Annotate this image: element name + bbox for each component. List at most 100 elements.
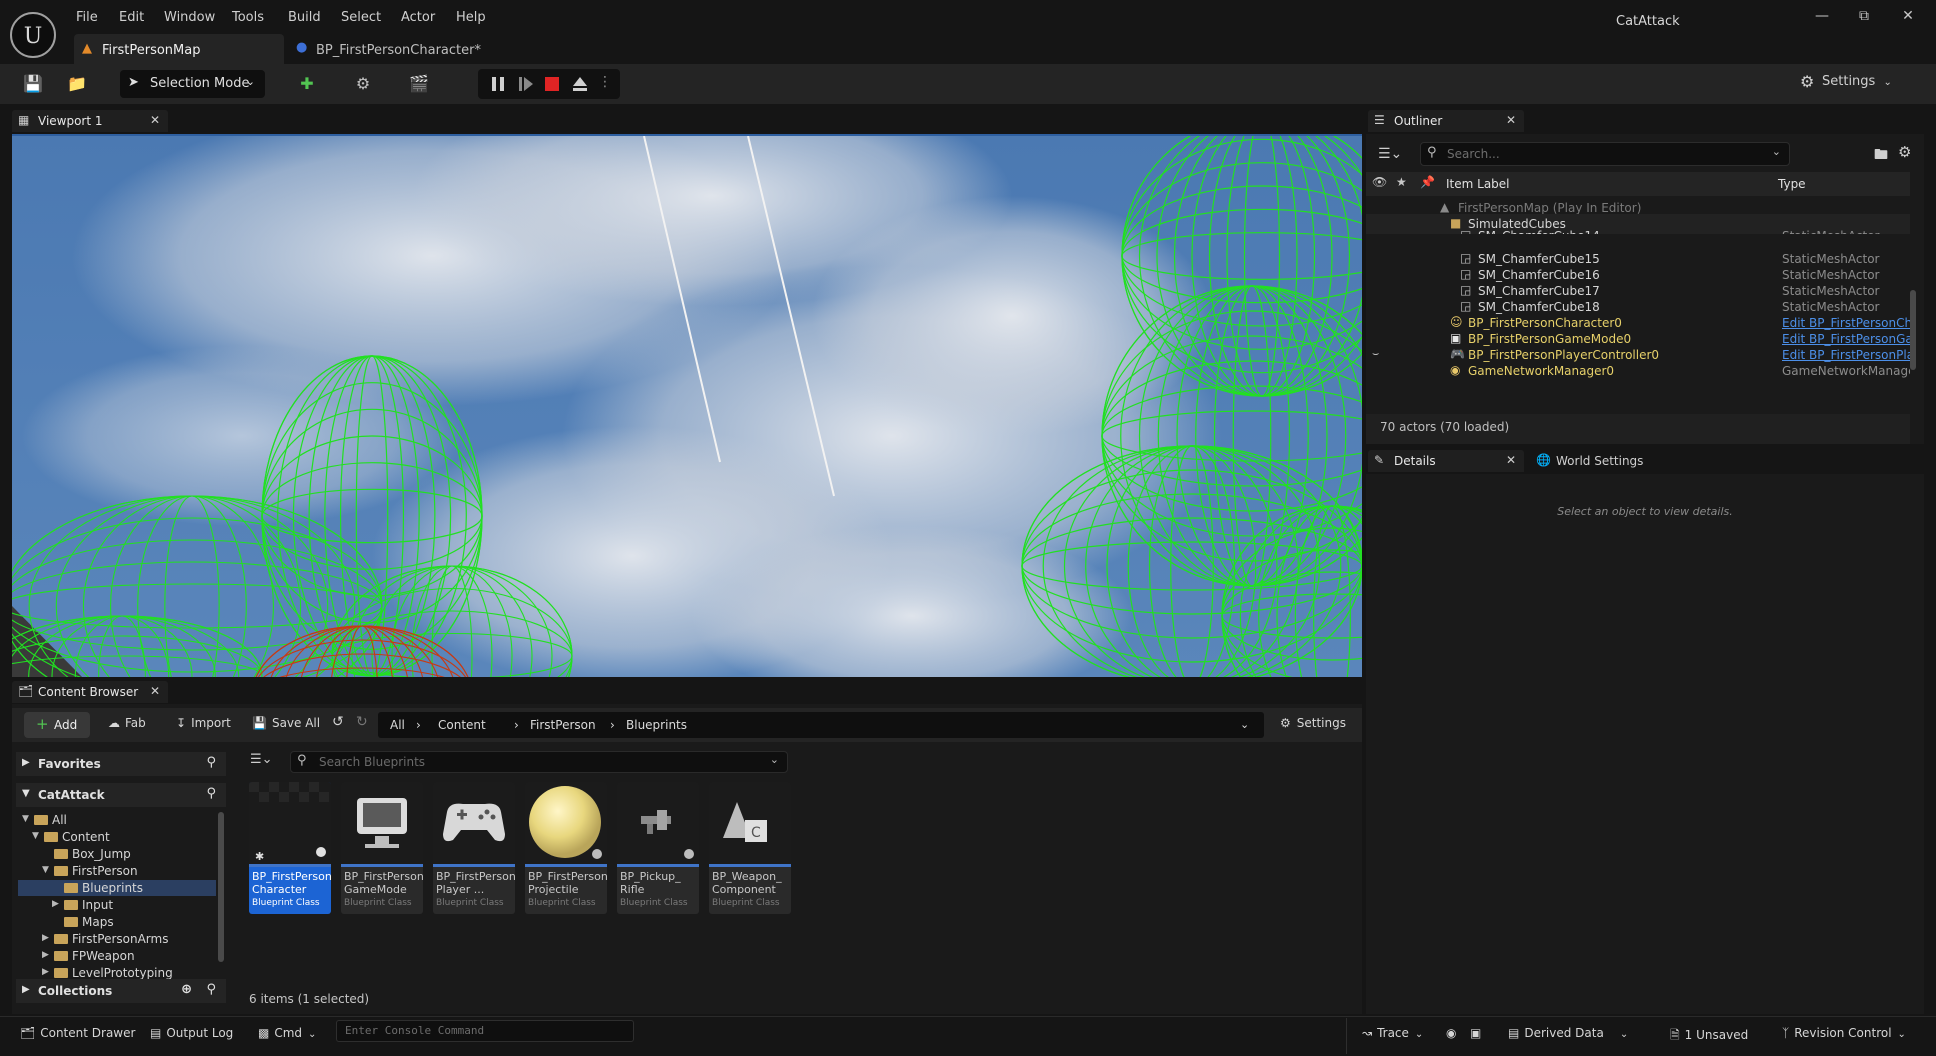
chevron-down-icon[interactable]: ▼ bbox=[32, 831, 39, 841]
derived-data-dropdown[interactable]: ▤ Derived Data ⌄ bbox=[1508, 1026, 1628, 1040]
outliner-row[interactable]: ◉ GameNetworkManager0 GameNetworkManager bbox=[1366, 361, 1910, 381]
asset-tile[interactable]: BP_FirstPerson Player ... Blueprint Class bbox=[433, 782, 515, 914]
save-icon[interactable]: 💾 bbox=[20, 72, 46, 96]
chevron-down-icon[interactable]: ▼ bbox=[42, 865, 49, 875]
column-item-label[interactable]: Item Label bbox=[1446, 177, 1510, 191]
asset-tile[interactable]: BP_Pickup_ Rifle Blueprint Class bbox=[617, 782, 699, 914]
folder-tree-item[interactable]: ▼ Content bbox=[18, 829, 216, 845]
blueprint-search-input[interactable]: ⚲ Search Blueprints ⌄ bbox=[290, 751, 788, 773]
column-type[interactable]: Type bbox=[1778, 177, 1806, 191]
chevron-right-icon[interactable]: ▶ bbox=[42, 933, 49, 943]
tab-content-browser[interactable]: 🗂 Content Browser ✕ bbox=[12, 681, 168, 703]
settings-button[interactable]: ⚙ Settings ⌄ bbox=[1800, 72, 1892, 91]
more-options-icon[interactable]: ⋮ bbox=[598, 74, 612, 90]
menu-tools[interactable]: Tools bbox=[232, 10, 264, 25]
menu-file[interactable]: File bbox=[76, 10, 98, 25]
unsaved-button[interactable]: 🗎 1 Unsaved bbox=[1670, 1026, 1748, 1047]
folder-tree-item[interactable]: Blueprints bbox=[18, 880, 216, 896]
outliner-item-type[interactable]: Edit BP_FirstPersonCharacter bbox=[1782, 316, 1910, 330]
search-icon[interactable]: ⚲ bbox=[206, 982, 216, 997]
outliner-item-type[interactable]: Edit BP_FirstPersonPlayerController bbox=[1782, 348, 1910, 362]
asset-tile[interactable]: BP_FirstPerson Projectile Blueprint Class bbox=[525, 782, 607, 914]
back-icon[interactable]: ↺ bbox=[332, 714, 344, 730]
selection-mode-dropdown[interactable]: ➤ Selection Mode ⌄ bbox=[120, 70, 265, 98]
close-tab-icon[interactable]: ✕ bbox=[150, 684, 160, 698]
tab-viewport[interactable]: ▦ Viewport 1 ✕ bbox=[12, 110, 168, 132]
favorites-section[interactable]: ▶ Favorites ⚲ bbox=[16, 752, 226, 776]
folder-tree-item[interactable]: ▶ FPWeapon bbox=[18, 948, 216, 964]
menu-actor[interactable]: Actor bbox=[401, 10, 435, 25]
content-drawer-button[interactable]: 🗂 Content Drawer bbox=[20, 1026, 135, 1040]
outliner-search-input[interactable]: ⚲ Search... ⌄ bbox=[1420, 142, 1790, 166]
possessed-icon[interactable]: ⌣ bbox=[1372, 347, 1379, 361]
pause-icon[interactable] bbox=[490, 76, 506, 92]
add-collection-icon[interactable]: ⊕ bbox=[181, 982, 192, 997]
tab-details[interactable]: ✎ Details ✕ bbox=[1368, 450, 1524, 472]
unreal-logo-icon[interactable]: U bbox=[10, 12, 56, 58]
cmd-dropdown[interactable]: ▩ Cmd ⌄ bbox=[258, 1026, 316, 1040]
gear-icon[interactable]: ⚙ bbox=[1898, 143, 1911, 161]
tab-bp-firstpersoncharacter[interactable]: ● BP_FirstPersonCharacter* bbox=[288, 34, 508, 64]
close-icon[interactable]: ✕ bbox=[1888, 8, 1928, 32]
browse-icon[interactable]: 📁 bbox=[64, 72, 90, 96]
menu-select[interactable]: Select bbox=[341, 10, 381, 25]
cb-settings-button[interactable]: ⚙ Settings bbox=[1280, 716, 1346, 730]
chevron-down-icon[interactable]: ▼ bbox=[22, 814, 29, 824]
folder-tree-item[interactable]: ▼ All bbox=[18, 812, 216, 828]
minimize-icon[interactable]: — bbox=[1802, 8, 1842, 32]
close-tab-icon[interactable]: ✕ bbox=[150, 113, 160, 127]
filter-icon[interactable]: ☰⌄ bbox=[250, 752, 273, 767]
import-button[interactable]: ↧ Import bbox=[176, 716, 231, 730]
pin-icon[interactable]: 📌 bbox=[1420, 175, 1435, 189]
project-section[interactable]: ▼ CatAttack ⚲ bbox=[16, 783, 226, 807]
breadcrumb-content[interactable]: Content bbox=[438, 718, 486, 732]
tab-firstpersonmap[interactable]: ▲ FirstPersonMap bbox=[74, 34, 284, 64]
add-folder-icon[interactable]: 🖿 bbox=[1874, 144, 1888, 168]
restore-icon[interactable]: ⧉ bbox=[1844, 8, 1884, 32]
menu-build[interactable]: Build bbox=[288, 10, 321, 25]
asset-tile[interactable]: BP_FirstPerson GameMode Blueprint Class bbox=[341, 782, 423, 914]
folder-tree-item[interactable]: ▶ FirstPersonArms bbox=[18, 931, 216, 947]
chevron-down-icon[interactable]: ⌄ bbox=[1240, 718, 1249, 731]
add-actor-icon[interactable]: ✚ bbox=[294, 72, 320, 96]
cinematics-icon[interactable]: 🎬 bbox=[406, 72, 432, 96]
revision-control-dropdown[interactable]: ᛉ Revision Control ⌄ bbox=[1782, 1026, 1906, 1040]
breadcrumb-all[interactable]: All bbox=[390, 718, 405, 732]
tab-outliner[interactable]: ☰ Outliner ✕ bbox=[1368, 110, 1524, 132]
output-log-button[interactable]: ▤ Output Log bbox=[150, 1026, 233, 1040]
record-icon[interactable]: ◉ bbox=[1446, 1026, 1456, 1040]
chevron-right-icon[interactable]: ▶ bbox=[42, 950, 49, 960]
close-tab-icon[interactable]: ✕ bbox=[1506, 453, 1516, 467]
trace-dropdown[interactable]: ↝ Trace ⌄ bbox=[1362, 1026, 1423, 1040]
asset-tile[interactable]: C BP_Weapon_ Component Blueprint Class bbox=[709, 782, 791, 914]
visibility-icon[interactable]: 👁 bbox=[1372, 175, 1387, 189]
menu-help[interactable]: Help bbox=[456, 10, 486, 25]
menu-edit[interactable]: Edit bbox=[119, 10, 144, 25]
folder-tree-item[interactable]: Maps bbox=[18, 914, 216, 930]
tree-scrollbar[interactable] bbox=[218, 812, 224, 962]
breadcrumb-blueprints[interactable]: Blueprints bbox=[626, 718, 687, 732]
search-icon[interactable]: ⚲ bbox=[206, 755, 216, 770]
save-all-button[interactable]: 💾 Save All bbox=[252, 716, 320, 730]
chevron-right-icon[interactable]: ▶ bbox=[42, 967, 49, 977]
folder-tree-item[interactable]: ▶ Input bbox=[18, 897, 216, 913]
stop-icon[interactable] bbox=[544, 76, 560, 92]
add-button[interactable]: + Add bbox=[24, 712, 90, 738]
screenshot-icon[interactable]: ▣ bbox=[1470, 1026, 1481, 1040]
forward-icon[interactable]: ↻ bbox=[356, 714, 368, 730]
folder-tree-item[interactable]: ▼ FirstPerson bbox=[18, 863, 216, 879]
close-tab-icon[interactable]: ✕ bbox=[1506, 113, 1516, 127]
console-input[interactable]: Enter Console Command bbox=[336, 1020, 634, 1042]
search-icon[interactable]: ⚲ bbox=[206, 786, 216, 801]
eject-icon[interactable] bbox=[572, 76, 588, 92]
step-frame-icon[interactable] bbox=[518, 76, 534, 92]
folder-tree-item[interactable]: Box_Jump bbox=[18, 846, 216, 862]
collections-section[interactable]: ▶ Collections ⊕ ⚲ bbox=[16, 979, 226, 1003]
breadcrumb-firstperson[interactable]: FirstPerson bbox=[530, 718, 596, 732]
asset-tile[interactable]: ✱ BP_FirstPerson Character Blueprint Class bbox=[249, 782, 331, 914]
chevron-right-icon[interactable]: ▶ bbox=[52, 899, 59, 909]
menu-window[interactable]: Window bbox=[164, 10, 215, 25]
level-viewport[interactable] bbox=[12, 134, 1362, 677]
star-icon[interactable]: ★ bbox=[1396, 175, 1407, 189]
outliner-item-type[interactable]: Edit BP_FirstPersonGameMode bbox=[1782, 332, 1910, 346]
